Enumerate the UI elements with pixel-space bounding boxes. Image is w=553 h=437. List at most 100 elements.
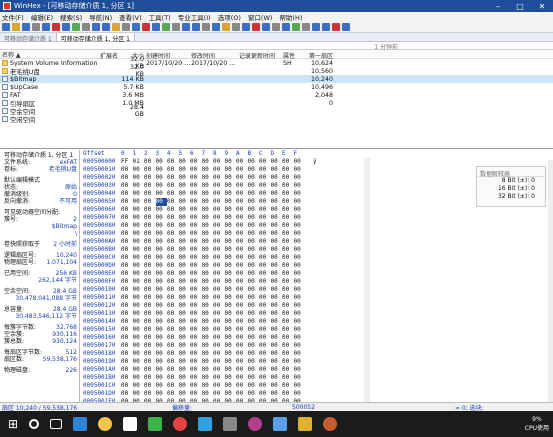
- hex-byte[interactable]: 00: [225, 286, 237, 294]
- hex-byte[interactable]: 00: [294, 174, 306, 182]
- hex-byte[interactable]: 00: [271, 326, 283, 334]
- right-scrollbar[interactable]: [548, 160, 553, 404]
- hex-byte[interactable]: 00: [144, 158, 156, 166]
- hex-byte[interactable]: 00: [271, 278, 283, 286]
- hex-byte[interactable]: 00: [202, 286, 214, 294]
- close-icon[interactable]: ✕: [531, 2, 553, 11]
- hex-byte[interactable]: 00: [294, 214, 306, 222]
- hex-byte[interactable]: 00: [248, 318, 260, 326]
- hex-byte[interactable]: 00: [121, 222, 133, 230]
- hex-byte[interactable]: 00: [248, 198, 260, 206]
- hex-byte[interactable]: 00: [133, 382, 145, 390]
- hex-byte[interactable]: 00: [271, 182, 283, 190]
- hex-byte[interactable]: 00: [144, 318, 156, 326]
- hex-byte[interactable]: 00: [202, 342, 214, 350]
- hex-byte[interactable]: 00: [259, 278, 271, 286]
- hex-byte[interactable]: 00: [179, 182, 191, 190]
- hex-byte[interactable]: 00: [144, 382, 156, 390]
- hex-byte[interactable]: 00: [167, 246, 179, 254]
- hex-byte[interactable]: 00: [294, 302, 306, 310]
- hex-byte[interactable]: 00: [282, 270, 294, 278]
- hex-byte[interactable]: 00: [156, 254, 168, 262]
- hex-byte[interactable]: 00: [248, 374, 260, 382]
- hex-byte[interactable]: 00: [236, 350, 248, 358]
- toolbar-button-2[interactable]: [22, 23, 30, 31]
- hex-byte[interactable]: 00: [144, 190, 156, 198]
- hex-byte[interactable]: 00: [248, 390, 260, 398]
- hex-byte[interactable]: 00: [236, 334, 248, 342]
- hex-byte[interactable]: 00: [282, 254, 294, 262]
- hex-byte[interactable]: 00: [167, 278, 179, 286]
- hex-byte[interactable]: 00: [248, 254, 260, 262]
- toolbar-button-10[interactable]: [102, 23, 110, 31]
- hex-byte[interactable]: 00: [121, 318, 133, 326]
- hex-byte[interactable]: 00: [190, 182, 202, 190]
- hex-byte[interactable]: 00: [213, 270, 225, 278]
- hex-byte[interactable]: 00: [225, 390, 237, 398]
- hex-byte[interactable]: 00: [156, 302, 168, 310]
- hex-byte[interactable]: 00: [294, 254, 306, 262]
- hex-byte[interactable]: 00: [121, 270, 133, 278]
- hex-byte[interactable]: 00: [259, 262, 271, 270]
- hex-byte[interactable]: 00: [179, 350, 191, 358]
- hex-byte[interactable]: 00: [213, 166, 225, 174]
- toolbar-button-25[interactable]: [252, 23, 260, 31]
- menu-edit[interactable]: 编辑(E): [31, 12, 53, 22]
- hex-row[interactable]: 0005000D0 00 00 00 00 00 00 00 00 00 00 00 00 00 00 00 0…: [80, 262, 370, 270]
- hex-byte[interactable]: 00: [225, 206, 237, 214]
- cpu-usage-tray[interactable]: 9% CPU使用: [525, 416, 549, 432]
- hex-byte[interactable]: 00: [156, 342, 168, 350]
- menu-search[interactable]: 搜索(S): [60, 12, 82, 22]
- hex-byte[interactable]: 00: [190, 358, 202, 366]
- green-app-icon[interactable]: [148, 417, 163, 431]
- hex-byte[interactable]: 00: [282, 206, 294, 214]
- menu-navigate[interactable]: 导航(N): [89, 12, 112, 22]
- hex-byte[interactable]: 00: [248, 262, 260, 270]
- hex-byte[interactable]: 00: [271, 158, 283, 166]
- hex-byte[interactable]: 00: [248, 174, 260, 182]
- hex-byte[interactable]: 00: [225, 246, 237, 254]
- menu-window[interactable]: 窗口(W): [248, 12, 273, 22]
- toolbar-button-7[interactable]: [72, 23, 80, 31]
- hex-byte[interactable]: 00: [179, 174, 191, 182]
- hex-byte[interactable]: 00: [282, 326, 294, 334]
- hex-byte[interactable]: 00: [225, 190, 237, 198]
- hex-row[interactable]: 000500120 00 00 00 00 00 00 00 00 00 00 00 00 00 00 00 0…: [80, 302, 370, 310]
- hex-byte[interactable]: 00: [121, 366, 133, 374]
- hex-row[interactable]: 0005001A0 00 00 00 00 00 00 00 00 00 00 00 00 00 00 00 0…: [80, 366, 370, 374]
- hex-byte[interactable]: 00: [294, 166, 306, 174]
- hex-byte[interactable]: 00: [190, 286, 202, 294]
- hex-byte[interactable]: 00: [156, 390, 168, 398]
- hex-byte[interactable]: 00: [190, 390, 202, 398]
- hex-row[interactable]: 000500090 00 00 00 00 00 00 00 00 00 00 00 00 00 00 00 0…: [80, 230, 370, 238]
- hex-byte[interactable]: 00: [248, 182, 260, 190]
- maximize-icon[interactable]: □: [509, 2, 531, 11]
- hex-byte[interactable]: 00: [133, 262, 145, 270]
- hex-byte[interactable]: 00: [236, 270, 248, 278]
- hex-byte[interactable]: 00: [167, 214, 179, 222]
- hex-byte[interactable]: 00: [144, 334, 156, 342]
- hex-byte[interactable]: 00: [121, 214, 133, 222]
- hex-row[interactable]: 000500170 00 00 00 00 00 00 00 00 00 00 00 00 00 00 00 0…: [80, 342, 370, 350]
- hex-byte[interactable]: 00: [236, 198, 248, 206]
- hex-byte[interactable]: 00: [282, 222, 294, 230]
- hex-byte[interactable]: 00: [259, 214, 271, 222]
- hex-byte[interactable]: 00: [213, 294, 225, 302]
- hex-byte[interactable]: 00: [190, 366, 202, 374]
- hex-byte[interactable]: 00: [156, 366, 168, 374]
- hex-byte[interactable]: 00: [236, 222, 248, 230]
- hex-byte[interactable]: 00: [225, 270, 237, 278]
- hex-byte[interactable]: 00: [202, 262, 214, 270]
- hex-byte[interactable]: 00: [225, 342, 237, 350]
- hex-byte[interactable]: 00: [271, 222, 283, 230]
- hex-byte[interactable]: 00: [121, 190, 133, 198]
- hex-byte[interactable]: 00: [190, 382, 202, 390]
- hex-byte[interactable]: 00: [282, 366, 294, 374]
- hex-byte[interactable]: 00: [248, 158, 260, 166]
- hex-byte[interactable]: 01: [133, 158, 145, 166]
- hex-byte[interactable]: 00: [282, 230, 294, 238]
- hex-byte[interactable]: 00: [259, 198, 271, 206]
- hex-byte[interactable]: 00: [213, 350, 225, 358]
- hex-byte[interactable]: 00: [190, 326, 202, 334]
- hex-byte[interactable]: 00: [213, 238, 225, 246]
